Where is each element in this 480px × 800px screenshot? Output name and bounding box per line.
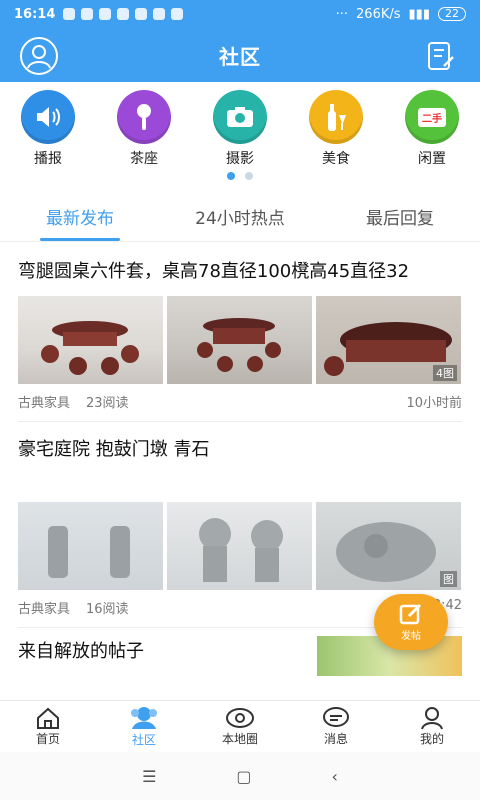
post-item[interactable]: 弯腿圆桌六件套，桌高78直径100櫈高45直径32 4图 古典家具 23阅读 1…: [18, 258, 462, 422]
notification-icon: [63, 8, 76, 20]
carousel-dot[interactable]: [245, 172, 253, 180]
edit-post-button[interactable]: [426, 40, 456, 72]
post-image[interactable]: 4图: [316, 296, 461, 384]
bottle-icon: [309, 90, 363, 144]
post-reads: 23阅读: [86, 396, 129, 411]
post-image[interactable]: [167, 296, 312, 384]
edit-document-icon: [428, 42, 454, 70]
notification-icon: [171, 8, 184, 20]
local-circle-icon: [226, 708, 254, 728]
category-label: 摄影: [226, 151, 254, 167]
category-label: 闲置: [418, 151, 446, 167]
bottom-nav: 首页 社区 本地圈 消息 我的: [0, 700, 480, 752]
app-header: 社区: [0, 28, 480, 82]
message-icon: [323, 707, 349, 727]
new-post-label: 发帖: [401, 630, 421, 642]
category-label: 茶座: [130, 151, 158, 167]
post-time: 10小时前: [406, 396, 462, 411]
profile-icon: [421, 707, 443, 730]
microphone-icon: [117, 90, 171, 144]
post-image[interactable]: 图: [316, 502, 461, 590]
user-icon: [27, 45, 51, 69]
camera-icon: [213, 90, 267, 144]
nav-local-circle[interactable]: 本地圈: [192, 701, 288, 752]
post-image[interactable]: [167, 502, 312, 590]
notification-icon: [153, 8, 166, 20]
category-label: 美食: [322, 151, 350, 167]
post-reads: 16阅读: [86, 602, 129, 617]
top-bar: 16:14 ··· 266K/s ▮▮▮ 22 社区: [0, 0, 480, 82]
tab-24h-hot[interactable]: 24小时热点: [160, 196, 320, 241]
nav-label: 社区: [131, 733, 156, 747]
notification-icon: [135, 8, 148, 20]
category-grid: 播报 茶座 摄影 美食 二手 闲置: [0, 90, 480, 167]
post-image[interactable]: [18, 502, 163, 590]
nav-label: 本地圈: [221, 732, 258, 746]
post-title[interactable]: 弯腿圆桌六件套，桌高78直径100櫈高45直径32: [18, 258, 462, 286]
post-title[interactable]: 豪宅庭院 抱鼓门墩 青石: [18, 436, 462, 464]
tab-latest[interactable]: 最新发布: [0, 196, 160, 241]
battery-icon: 22: [438, 7, 466, 21]
category-broadcast[interactable]: 播报: [18, 90, 78, 167]
category-food[interactable]: 美食: [306, 90, 366, 167]
user-avatar-button[interactable]: [20, 37, 58, 75]
post-category[interactable]: 古典家具: [18, 598, 70, 617]
nav-messages[interactable]: 消息: [288, 701, 384, 752]
post-images: 4图: [18, 296, 462, 384]
category-teahouse[interactable]: 茶座: [114, 90, 174, 167]
category-label: 播报: [34, 151, 62, 167]
notification-icon: [99, 8, 112, 20]
new-post-button[interactable]: 发帖: [374, 594, 448, 650]
speaker-icon: [21, 90, 75, 144]
carousel-dot[interactable]: [227, 172, 235, 180]
back-icon[interactable]: ‹: [332, 767, 338, 786]
post-title[interactable]: 来自解放的帖子: [18, 638, 144, 666]
post-images: 图: [18, 502, 462, 590]
status-time: 16:14: [14, 6, 56, 22]
nav-home[interactable]: 首页: [0, 701, 96, 752]
notification-icon: [117, 8, 130, 20]
page-title: 社区: [219, 44, 261, 69]
category-secondhand[interactable]: 二手 闲置: [402, 90, 462, 167]
nav-label: 首页: [35, 732, 60, 746]
secondhand-sign: 二手: [418, 107, 446, 127]
system-nav-bar: ☰ ▢ ‹: [0, 752, 480, 800]
feed-tabs: 最新发布 24小时热点 最后回复: [0, 196, 480, 242]
post-meta: 古典家具 23阅读 10小时前: [18, 392, 462, 411]
nav-label: 我的: [419, 732, 444, 746]
post-category[interactable]: 古典家具: [18, 392, 70, 411]
secondhand-sign-icon: 二手: [405, 90, 459, 144]
network-speed: 266K/s: [356, 6, 401, 22]
signal-icon: ▮▮▮: [408, 6, 430, 22]
status-bar: 16:14 ··· 266K/s ▮▮▮ 22: [0, 0, 480, 28]
status-dots: ···: [335, 6, 349, 22]
image-count-badge: 4图: [433, 365, 457, 381]
community-icon: [131, 707, 157, 729]
post-image[interactable]: [18, 296, 163, 384]
notification-icons: [63, 8, 335, 20]
edit-icon: [399, 603, 422, 624]
home-square-icon[interactable]: ▢: [236, 767, 251, 786]
tab-last-reply[interactable]: 最后回复: [320, 196, 480, 241]
home-icon: [37, 707, 59, 729]
notification-icon: [81, 8, 94, 20]
nav-community[interactable]: 社区: [96, 701, 192, 752]
category-photography[interactable]: 摄影: [210, 90, 270, 167]
carousel-dots: [0, 172, 480, 180]
image-count-badge: 图: [440, 571, 457, 587]
nav-label: 消息: [323, 732, 348, 746]
menu-icon[interactable]: ☰: [142, 767, 156, 786]
nav-profile[interactable]: 我的: [384, 701, 480, 752]
